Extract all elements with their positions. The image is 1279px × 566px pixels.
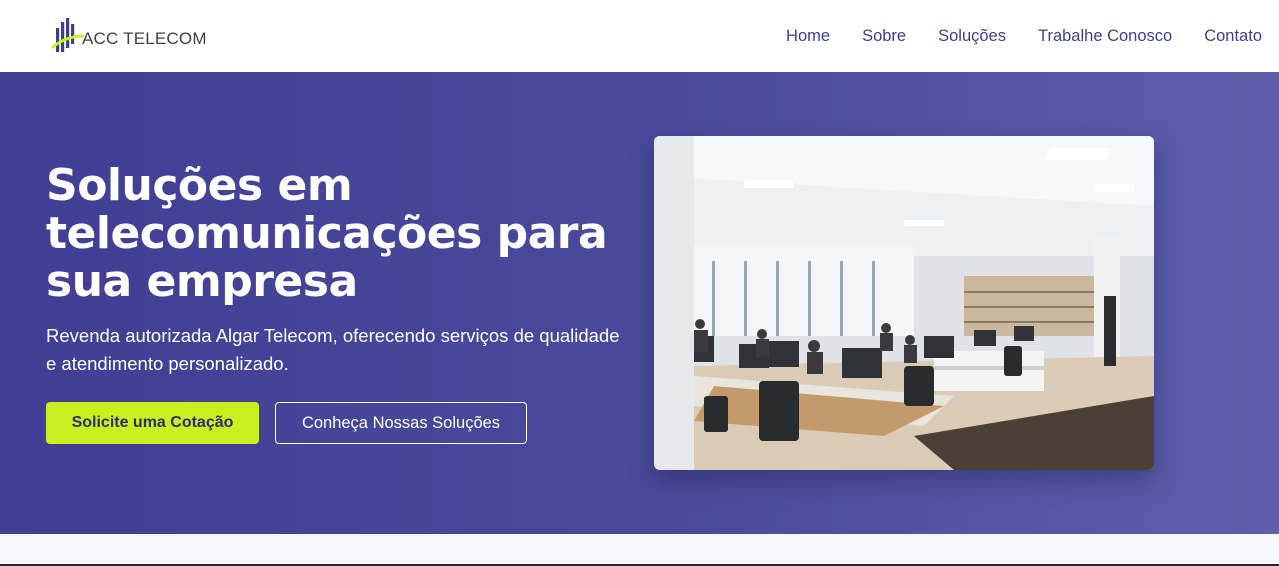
hero-title-line: sua empresa <box>46 256 358 307</box>
hero-title: Soluções em telecomunicações para sua em… <box>46 162 646 306</box>
hero-title-line: Soluções em <box>46 160 353 211</box>
hero-subtitle: Revenda autorizada Algar Telecom, oferec… <box>46 322 656 378</box>
nav-home[interactable]: Home <box>786 27 830 46</box>
office-illustration <box>654 136 1154 470</box>
see-solutions-button[interactable]: Conheça Nossas Soluções <box>275 402 527 444</box>
logo-text: ACC TELECOM <box>82 29 207 48</box>
request-quote-button[interactable]: Solicite uma Cotação <box>46 402 259 444</box>
main-nav: Home Sobre Soluções Trabalhe Conosco Con… <box>754 0 1262 72</box>
hero-subtitle-line: e atendimento personalizado. <box>46 353 289 374</box>
hero-section: Soluções em telecomunicações para sua em… <box>0 72 1279 534</box>
nav-contato[interactable]: Contato <box>1204 27 1262 46</box>
office-photo <box>654 136 1154 470</box>
logo[interactable]: ACC TELECOM <box>50 14 207 58</box>
acc-telecom-logo-icon <box>50 18 85 52</box>
hero-subtitle-line: Revenda autorizada Algar Telecom, oferec… <box>46 325 620 346</box>
next-section <box>0 534 1279 566</box>
nav-solucoes[interactable]: Soluções <box>938 27 1006 46</box>
site-header: ACC TELECOM Home Sobre Soluções Trabalhe… <box>0 0 1279 72</box>
nav-trabalhe-conosco[interactable]: Trabalhe Conosco <box>1038 27 1172 46</box>
nav-sobre[interactable]: Sobre <box>862 27 906 46</box>
hero-title-line: telecomunicações para <box>46 208 608 259</box>
